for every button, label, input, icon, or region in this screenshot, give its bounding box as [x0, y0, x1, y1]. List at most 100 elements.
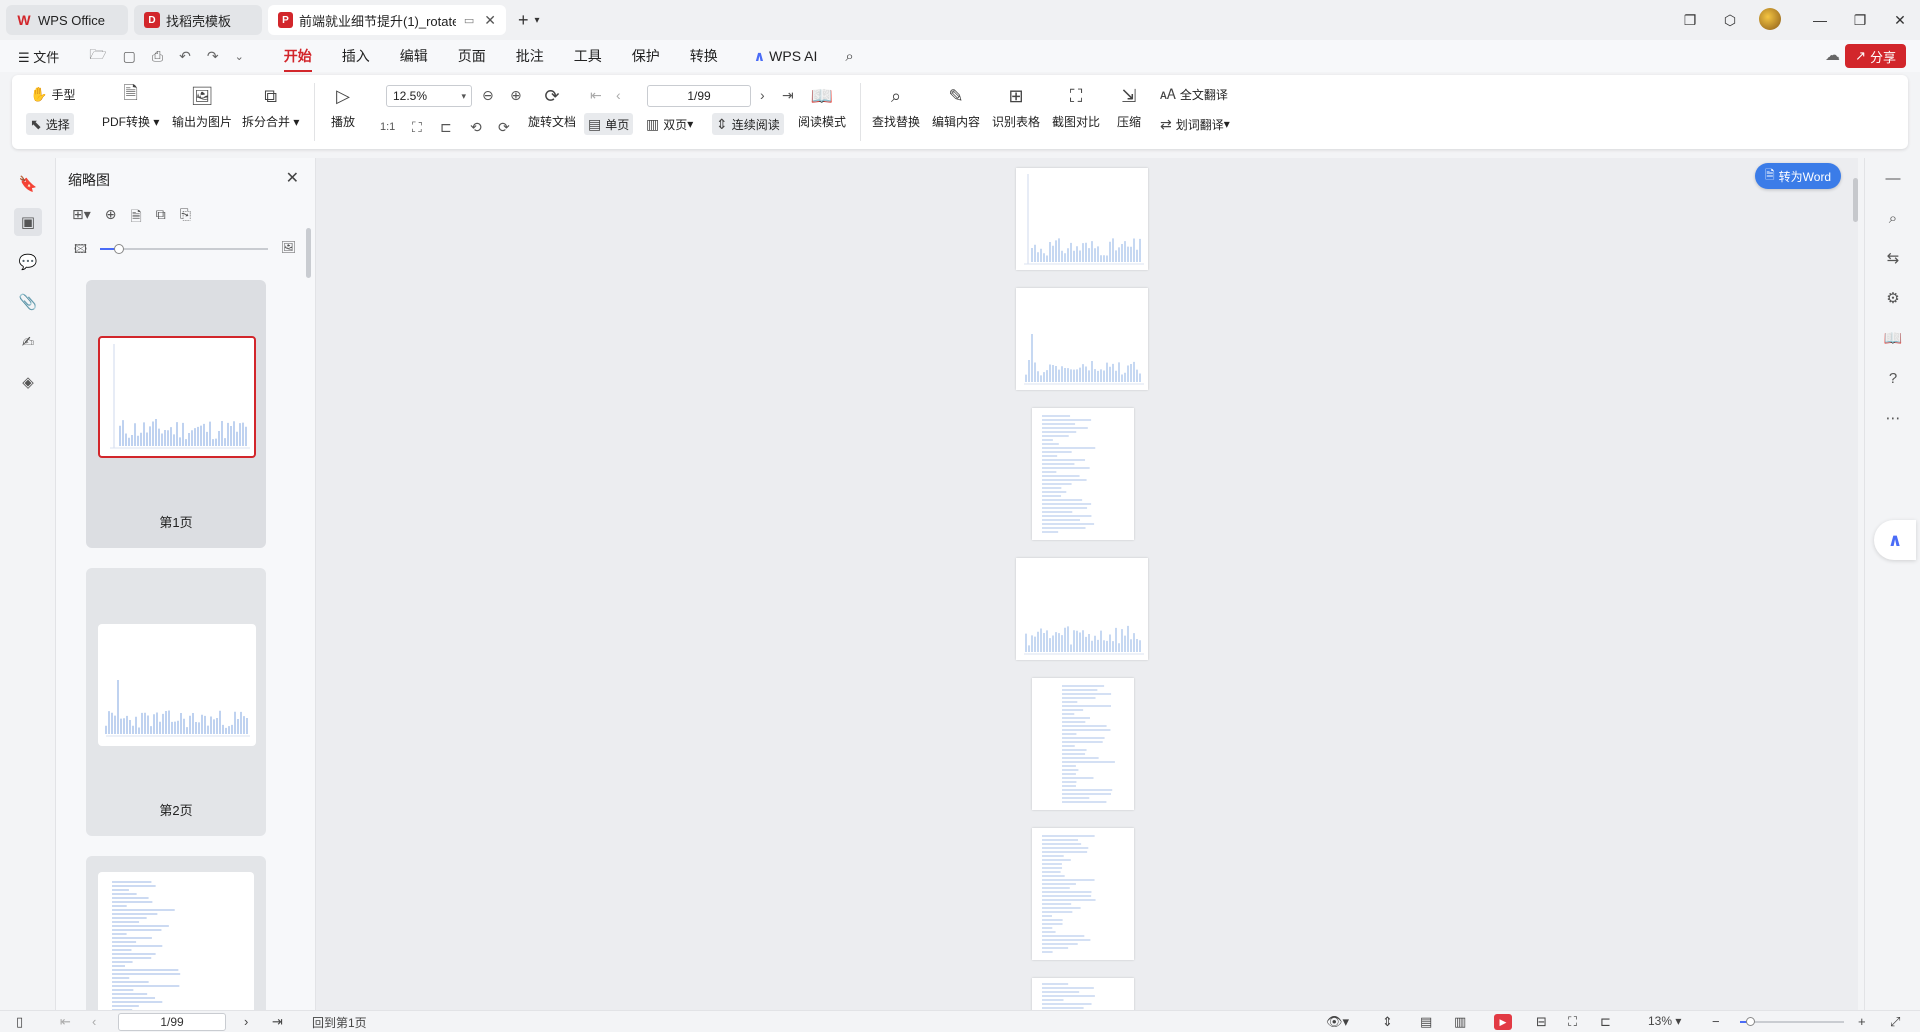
prev-page-icon[interactable]: ‹: [92, 1014, 96, 1029]
chevron-down-icon[interactable]: ⌄: [235, 50, 244, 63]
edit-content-button[interactable]: ✎ 编辑内容: [932, 83, 980, 130]
fit-width-icon[interactable]: ⊏: [440, 119, 452, 136]
book-search-icon[interactable]: 📖: [1879, 324, 1907, 352]
thumbnail-item[interactable]: 第1页: [86, 280, 266, 548]
redo-icon[interactable]: ↷: [207, 48, 219, 65]
zoom-select[interactable]: 12.5% ▾: [386, 85, 472, 107]
layers-icon[interactable]: ◈: [14, 368, 42, 396]
first-page-icon[interactable]: ⇤: [590, 87, 602, 104]
thumbnail-item[interactable]: 第2页: [86, 568, 266, 836]
box-icon[interactable]: ⬡: [1710, 12, 1750, 29]
hand-tool-button[interactable]: ✋ 手型: [26, 83, 79, 105]
help-icon[interactable]: ?: [1879, 364, 1907, 392]
grid-view-icon[interactable]: ⊞▾: [72, 206, 91, 230]
chevron-down-icon[interactable]: ▾: [535, 15, 540, 26]
next-page-icon[interactable]: ›: [244, 1014, 248, 1029]
convert-to-word-button[interactable]: 🗎 转为Word: [1755, 163, 1842, 189]
thumbnail-icon[interactable]: ▣: [14, 208, 42, 236]
share-button[interactable]: ↗ 分享: [1845, 44, 1906, 68]
close-tab-icon[interactable]: ✕: [484, 12, 496, 29]
double-page-button[interactable]: ▥ 双页 ▾: [642, 113, 697, 135]
pdf-convert-button[interactable]: 🗎 PDF转换 ▾: [102, 83, 159, 130]
fit-page-icon[interactable]: ⛶: [1568, 1014, 1577, 1030]
open-folder-icon[interactable]: 🗁: [89, 44, 106, 68]
thumbnail-size-slider[interactable]: 🖾 🖼: [72, 240, 298, 256]
zoom-in-icon[interactable]: ⊕: [510, 87, 522, 104]
fit-width-icon[interactable]: ⊟: [1536, 1014, 1547, 1030]
zoom-slider-knob[interactable]: [1746, 1017, 1755, 1026]
tab-protect[interactable]: 保护: [632, 46, 660, 66]
zoom-in-icon[interactable]: +: [1858, 1014, 1866, 1029]
close-window-icon[interactable]: ✕: [1880, 12, 1920, 29]
copy-page-icon[interactable]: ⧉: [156, 206, 166, 230]
continuous-view-icon[interactable]: ⇕: [1382, 1014, 1393, 1030]
collapse-icon[interactable]: —: [1879, 164, 1907, 192]
signature-icon[interactable]: ✍: [14, 328, 42, 356]
page-number-input[interactable]: 1/99: [118, 1013, 226, 1031]
tab-docer-templates[interactable]: D 找稻壳模板: [134, 5, 262, 35]
last-page-icon[interactable]: ⇥: [782, 87, 794, 104]
document-view[interactable]: [316, 158, 1858, 1018]
extract-page-icon[interactable]: 🗎: [131, 206, 142, 230]
close-icon[interactable]: ✕: [286, 168, 299, 188]
new-tab-icon[interactable]: +: [518, 10, 529, 31]
search-icon[interactable]: ⌕: [845, 48, 853, 65]
page-number-input[interactable]: 1/99: [647, 85, 751, 107]
bookmark-icon[interactable]: 🔖: [14, 170, 42, 198]
zoom-slider-track[interactable]: [1740, 1021, 1844, 1023]
wps-ai-button[interactable]: ∧ WPS AI: [754, 48, 818, 65]
single-page-view-icon[interactable]: ▤: [1420, 1014, 1432, 1030]
rotate-right-icon[interactable]: ⟳: [498, 119, 510, 136]
wps-ai-float-button[interactable]: ∧: [1874, 520, 1916, 560]
single-page-button[interactable]: ▤ 单页: [584, 113, 634, 135]
monitor-icon[interactable]: ▭: [464, 14, 474, 27]
select-tool-button[interactable]: ⬉ 选择: [26, 113, 74, 135]
zoom-level[interactable]: 13% ▾: [1648, 1014, 1681, 1028]
tab-home[interactable]: 开始: [283, 46, 312, 72]
play-button[interactable]: ▷ 播放: [330, 83, 356, 130]
read-mode-button[interactable]: 📖 阅读模式: [798, 83, 846, 130]
tab-edit[interactable]: 编辑: [400, 46, 428, 66]
slider-knob[interactable]: [114, 244, 124, 254]
undo-icon[interactable]: ↶: [179, 48, 191, 65]
actual-size-icon[interactable]: 1:1: [380, 121, 395, 133]
fit-page-icon[interactable]: ⛶: [412, 119, 422, 136]
search-icon[interactable]: ⌕: [1879, 204, 1907, 232]
attachment-icon[interactable]: 📎: [14, 288, 42, 316]
sync-icon[interactable]: ⇆: [1879, 244, 1907, 272]
prev-page-icon[interactable]: ‹: [616, 87, 621, 103]
tab-pdf-document[interactable]: P 前端就业细节提升(1)_rotated ▭ ✕: [268, 5, 506, 35]
rotate-left-icon[interactable]: ⟲: [470, 119, 482, 136]
tab-tools[interactable]: 工具: [574, 46, 602, 66]
split-merge-button[interactable]: ⧉ 拆分合并 ▾: [242, 83, 299, 130]
fullscreen-icon[interactable]: ⤢: [1890, 1014, 1900, 1030]
restore-layout-icon[interactable]: ❐: [1670, 12, 1710, 29]
more-icon[interactable]: ⋯: [1879, 404, 1907, 432]
save-icon[interactable]: ▢: [123, 48, 136, 65]
replace-page-icon[interactable]: ⎘: [180, 206, 191, 230]
print-icon[interactable]: ⎙: [152, 48, 163, 65]
double-page-view-icon[interactable]: ▥: [1454, 1014, 1466, 1030]
ocr-table-button[interactable]: ⊞ 识别表格: [992, 83, 1040, 130]
avatar[interactable]: [1750, 7, 1790, 33]
bookmark-view-icon[interactable]: ⊏: [1600, 1014, 1611, 1030]
settings-sliders-icon[interactable]: ⚙: [1879, 284, 1907, 312]
document-scrollbar[interactable]: [1852, 158, 1860, 1010]
cloud-upload-icon[interactable]: ☁: [1825, 46, 1840, 64]
zoom-out-icon[interactable]: −: [1712, 1014, 1720, 1029]
play-presentation-icon[interactable]: ▶: [1494, 1014, 1512, 1030]
panel-scrollbar[interactable]: [306, 228, 311, 278]
tab-wps-office[interactable]: W WPS Office: [6, 5, 128, 35]
first-page-icon[interactable]: ⇤: [60, 1014, 71, 1030]
tab-page[interactable]: 页面: [458, 46, 486, 66]
file-menu[interactable]: ☰ 文件: [18, 47, 59, 66]
zoom-out-icon[interactable]: ⊖: [482, 87, 494, 104]
next-page-icon[interactable]: ›: [760, 87, 765, 103]
back-to-first-link[interactable]: 回到第1页: [312, 1014, 367, 1031]
export-image-button[interactable]: 🖼 输出为图片: [172, 83, 232, 130]
minimize-icon[interactable]: —: [1800, 12, 1840, 28]
eye-protection-icon[interactable]: 👁▾: [1326, 1014, 1349, 1030]
rotate-document-button[interactable]: ⟳ 旋转文档: [528, 83, 576, 130]
continuous-read-button[interactable]: ⇕ 连续阅读: [712, 113, 784, 135]
find-replace-button[interactable]: ⌕ 查找替换: [872, 83, 920, 130]
